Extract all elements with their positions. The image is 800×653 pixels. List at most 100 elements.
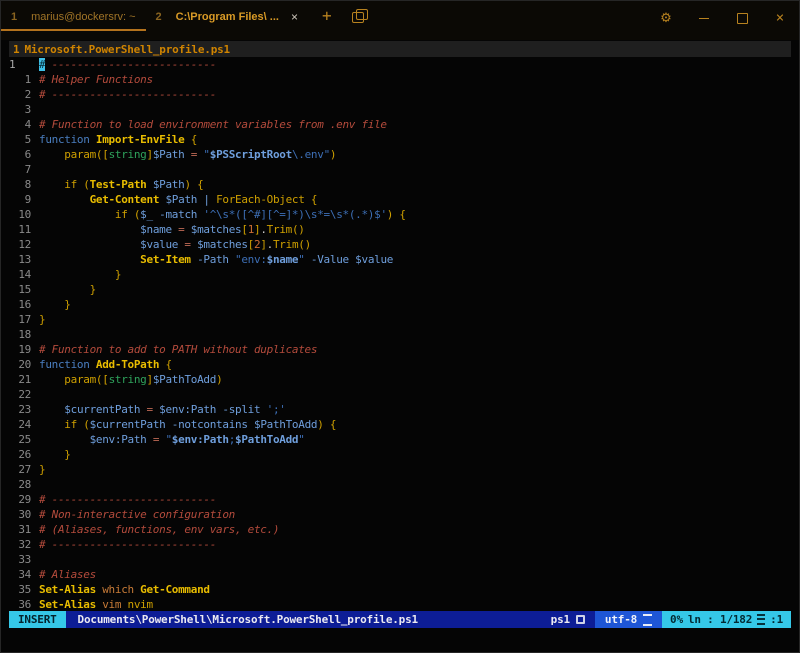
code-line[interactable]: 7: [9, 162, 791, 177]
code-line[interactable]: 10 if ($_ -match '^\s*([^#][^=]*)\s*=\s*…: [9, 207, 791, 222]
maximize-button[interactable]: [723, 4, 761, 32]
token-n: [39, 238, 140, 251]
code-line[interactable]: 36Set-Alias vim nvim: [9, 597, 791, 612]
code-line[interactable]: 18: [9, 327, 791, 342]
vim-tabline[interactable]: 1 Microsoft.PowerShell_profile.ps1: [9, 41, 791, 57]
code-line[interactable]: 6 param([string]$Path = "$PSScriptRoot\.…: [9, 147, 791, 162]
code-line[interactable]: 34# Aliases: [9, 567, 791, 582]
token-v: $Path: [159, 193, 197, 206]
code-line[interactable]: 20function Add-ToPath {: [9, 357, 791, 372]
token-v: $_: [140, 208, 153, 221]
token-y: {: [184, 133, 197, 146]
token-o: =: [140, 403, 159, 416]
line-number: 13: [9, 252, 31, 267]
maximize-icon: [737, 13, 748, 24]
line-number: 19: [9, 342, 31, 357]
code-text: # --------------------------: [39, 537, 216, 552]
code-text: }: [39, 282, 96, 297]
code-line[interactable]: 31# (Aliases, functions, env vars, etc.): [9, 522, 791, 537]
token-n: [39, 148, 64, 161]
token-n: [39, 208, 115, 221]
new-tab-button[interactable]: +: [308, 4, 346, 27]
token-y: }: [39, 463, 45, 476]
token-f: Test-Path: [90, 178, 147, 191]
token-y: {: [159, 358, 172, 371]
code-line[interactable]: 2# --------------------------: [9, 87, 791, 102]
token-v: $currentPath: [90, 418, 166, 431]
minimize-icon: [699, 18, 709, 19]
code-line[interactable]: 26 }: [9, 447, 791, 462]
code-line[interactable]: 3: [9, 102, 791, 117]
code-line[interactable]: 9 Get-Content $Path | ForEach-Object {: [9, 192, 791, 207]
code-line[interactable]: 5function Import-EnvFile {: [9, 132, 791, 147]
column-location: :1: [770, 613, 783, 626]
code-line[interactable]: 28: [9, 477, 791, 492]
code-line[interactable]: 19# Function to add to PATH without dupl…: [9, 342, 791, 357]
line-number: 27: [9, 462, 31, 477]
code-text: function Import-EnvFile {: [39, 132, 197, 147]
tab-close-icon[interactable]: ×: [291, 10, 298, 24]
code-line[interactable]: 13 Set-Item -Path "env:$name" -Value $va…: [9, 252, 791, 267]
code-line[interactable]: 24 if ($currentPath -notcontains $PathTo…: [9, 417, 791, 432]
line-number: 14: [9, 267, 31, 282]
token-o: =: [147, 433, 166, 446]
token-v: -Path: [191, 253, 229, 266]
command-line: -- INSERT --: [9, 630, 85, 645]
code-line[interactable]: 33: [9, 552, 791, 567]
token-n: [39, 298, 64, 311]
code-line[interactable]: 23 $currentPath = $env:Path -split ';': [9, 402, 791, 417]
code-line[interactable]: 11 $name = $matches[1].Trim(): [9, 222, 791, 237]
tab-switcher-icon[interactable]: [352, 9, 368, 23]
tab-switcher-front-square: [352, 12, 364, 23]
line-number: 18: [9, 327, 31, 342]
code-line[interactable]: 1 # Helper Functions: [9, 72, 791, 87]
code-line[interactable]: 17}: [9, 312, 791, 327]
line-number: 1: [9, 72, 31, 87]
minimize-button[interactable]: [685, 4, 723, 32]
code-text: $name = $matches[1].Trim(): [39, 222, 305, 237]
token-n: [39, 418, 64, 431]
code-line[interactable]: 15 }: [9, 282, 791, 297]
tab-1[interactable]: 1 marius@dockersrv: ~: [1, 4, 146, 31]
code-line[interactable]: 21 param([string]$PathToAdd): [9, 372, 791, 387]
code-text: # --------------------------: [39, 492, 216, 507]
token-c: # --------------------------: [39, 538, 216, 551]
code-line[interactable]: 16 }: [9, 297, 791, 312]
code-line[interactable]: 35Set-Alias which Get-Command: [9, 582, 791, 597]
line-number: 7: [9, 162, 31, 177]
code-line[interactable]: 14 }: [9, 267, 791, 282]
token-o: =: [184, 148, 203, 161]
token-f: Set-Alias: [39, 583, 96, 596]
titlebar: 1 marius@dockersrv: ~ 2 C:\Program Files…: [1, 1, 799, 40]
line-number: 22: [9, 387, 31, 402]
token-t: string: [109, 373, 147, 386]
mode-indicator: INSERT: [9, 611, 66, 628]
code-text: }: [39, 297, 71, 312]
tab-2[interactable]: 2 C:\Program Files\ ... ×: [146, 4, 308, 29]
code-line[interactable]: 4# Function to load environment variable…: [9, 117, 791, 132]
code-text: # --------------------------: [39, 57, 216, 72]
code-line[interactable]: 29# --------------------------: [9, 492, 791, 507]
code-line[interactable]: 32# --------------------------: [9, 537, 791, 552]
settings-button[interactable]: ⚙: [647, 4, 685, 32]
code-line[interactable]: 22: [9, 387, 791, 402]
token-y: ): [330, 148, 336, 161]
token-y: if (: [64, 418, 89, 431]
gear-icon: ⚙: [660, 11, 672, 26]
token-c: # Helper Functions: [39, 73, 153, 86]
code-line[interactable]: 27}: [9, 462, 791, 477]
token-c: # --------------------------: [39, 88, 216, 101]
code-text: $env:Path = "$env:Path;$PathToAdd": [39, 432, 305, 447]
close-button[interactable]: ×: [761, 4, 799, 32]
code-line[interactable]: 1# --------------------------: [9, 57, 791, 72]
buffer-index: 1: [9, 43, 24, 56]
encoding-icon: [643, 614, 652, 626]
statusline-middle: Documents\PowerShell\Microsoft.PowerShel…: [66, 611, 595, 628]
code-line[interactable]: 25 $env:Path = "$env:Path;$PathToAdd": [9, 432, 791, 447]
code-line[interactable]: 8 if (Test-Path $Path) {: [9, 177, 791, 192]
code-line[interactable]: 12 $value = $matches[2].Trim(): [9, 237, 791, 252]
line-number: 35: [9, 582, 31, 597]
code-line[interactable]: 30# Non-interactive configuration: [9, 507, 791, 522]
token-v: $env:Path: [159, 403, 216, 416]
token-n: [39, 433, 90, 446]
